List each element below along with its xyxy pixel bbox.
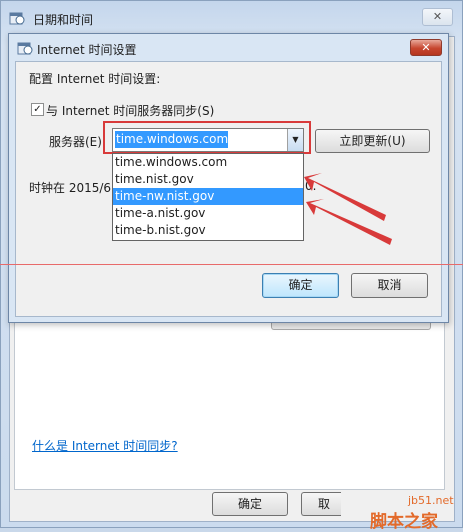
clock-sync-status-text: 时钟在 2015/6 [29,181,112,195]
outer-content-panel [14,320,445,490]
server-option[interactable]: time.windows.com [113,154,303,171]
update-now-button[interactable]: 立即更新(U) [315,129,430,153]
dialog-close-button[interactable]: ✕ [410,39,442,56]
server-label: 服务器(E): [49,135,106,149]
internet-time-help-link[interactable]: 什么是 Internet 时间同步? [32,437,178,454]
outer-cancel-button[interactable]: 取消 [301,492,341,516]
watermark-name: 脚本之家 [370,512,438,532]
dialog-title: Internet 时间设置 [37,43,137,57]
server-option[interactable]: time-a.nist.gov [113,205,303,222]
annotation-highlight-box [103,121,311,154]
server-option[interactable]: time-b.nist.gov [113,222,303,239]
annotation-arrows-icon [304,173,392,245]
dialog-ok-button[interactable]: 确定 [262,273,339,298]
calendar-clock-icon [9,12,25,25]
watermark-url: jb51.net [408,494,454,507]
annotation-guide-line [0,264,463,265]
config-label: 配置 Internet 时间设置: [29,72,161,86]
outer-ok-button[interactable]: 确定 [212,492,288,516]
outer-window-title: 日期和时间 [33,13,94,27]
outer-close-button[interactable]: ✕ [422,8,453,26]
server-option-selected[interactable]: time-nw.nist.gov [113,188,303,205]
calendar-clock-icon [17,42,33,55]
server-option[interactable]: time.nist.gov [113,171,303,188]
sync-label[interactable]: 与 Internet 时间服务器同步(S) [46,102,214,119]
dialog-cancel-button[interactable]: 取消 [351,273,428,298]
sync-checkbox[interactable]: ✓ [31,103,44,116]
